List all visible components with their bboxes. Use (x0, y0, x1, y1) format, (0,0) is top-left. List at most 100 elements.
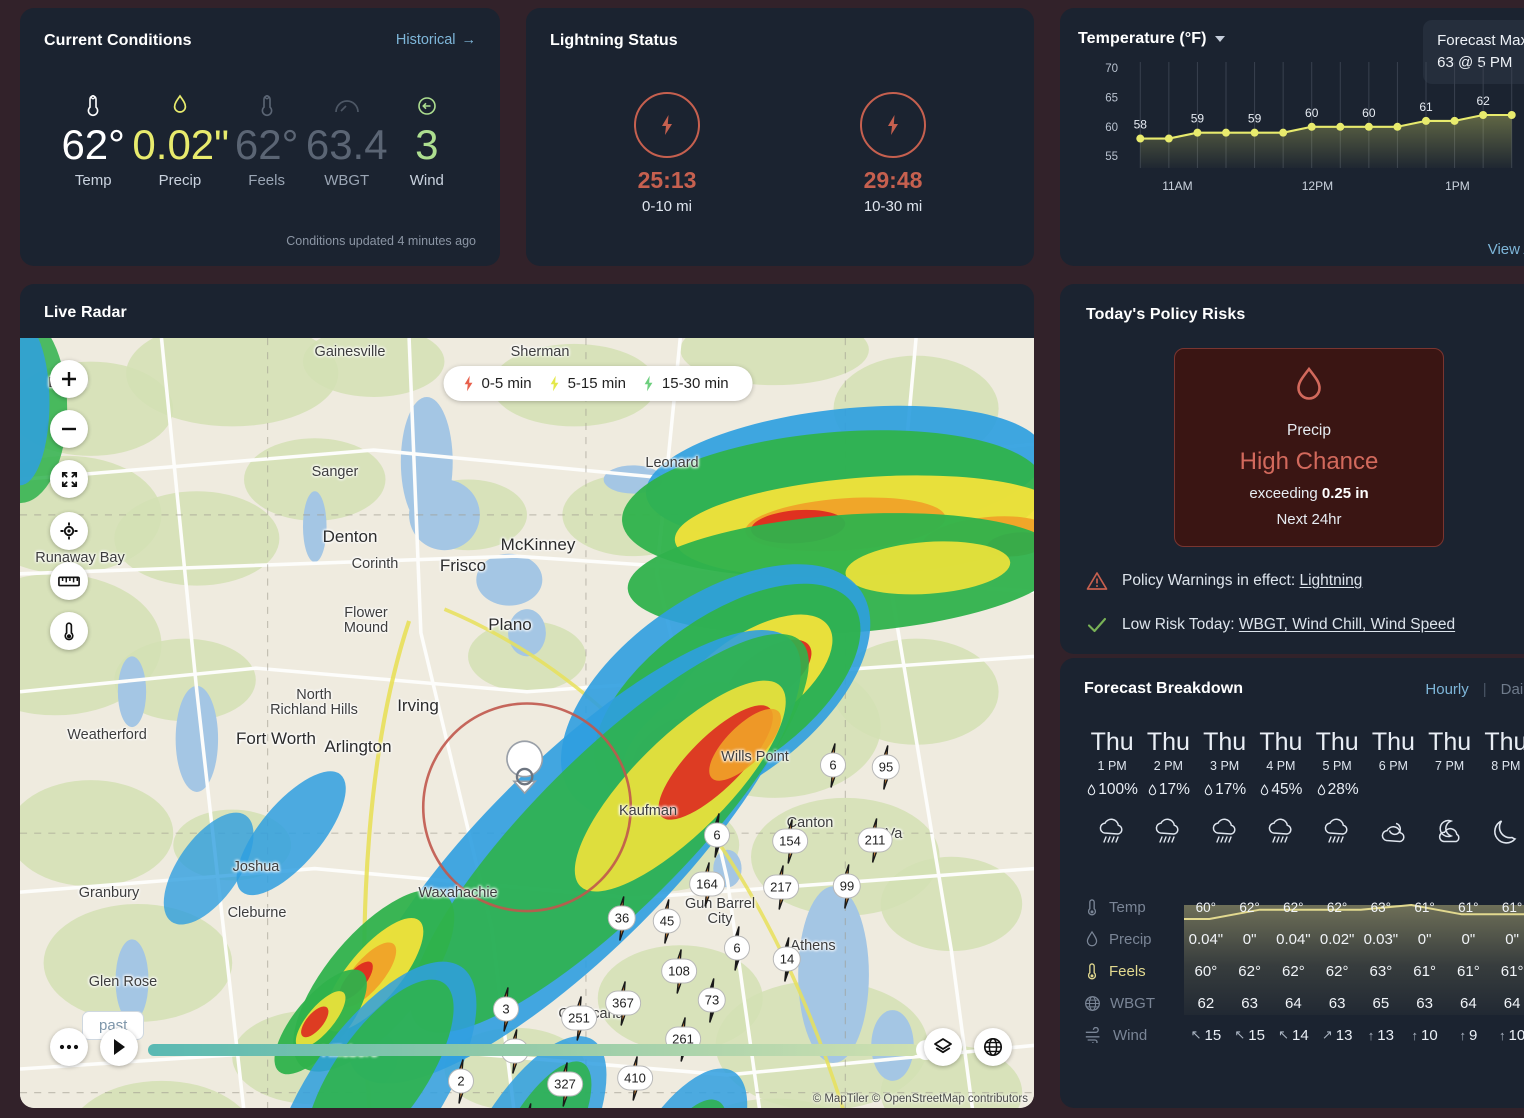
forecast-cell: 61° (1413, 962, 1436, 980)
policy-warning-line: Policy Warnings in effect: Lightning (1086, 571, 1524, 591)
tab-daily[interactable]: Daily (1501, 681, 1524, 698)
strike-count: 2 (448, 1068, 474, 1094)
risk-name: Precip (1287, 422, 1331, 439)
lightning-strike-marker[interactable]: 6 (820, 742, 846, 788)
lightning-range-near: 0-10 mi (641, 198, 693, 215)
radar-map[interactable]: GainesvilleShermanBowieSangerLeonardDent… (20, 338, 1034, 1108)
risk-level: High Chance (1239, 448, 1379, 475)
svg-text:70: 70 (1105, 63, 1118, 75)
svg-text:11AM: 11AM (1162, 179, 1192, 193)
lightning-strike-marker[interactable]: 6 (704, 812, 730, 858)
wind-direction-arrow: ↖ (1190, 1027, 1202, 1042)
forecast-row-label[interactable]: Precip (1084, 923, 1184, 955)
droplet-icon (1088, 784, 1096, 796)
low-risk-items: WBGT, Wind Chill, Wind Speed (1238, 616, 1456, 633)
forecast-cell: 61° (1414, 899, 1435, 915)
forecast-pop (1422, 781, 1478, 799)
risk-tile-precip[interactable]: Precip High Chance exceeding 0.25 in Nex… (1174, 348, 1444, 547)
wind-direction-arrow: ↗ (1321, 1027, 1333, 1042)
lightning-strike-marker[interactable]: 164 (689, 861, 725, 907)
svg-text:60: 60 (1362, 106, 1376, 120)
lightning-bolt-icon (662, 115, 672, 135)
gauge-icon (306, 88, 388, 118)
map-city-label: Corinth (351, 556, 399, 572)
forecast-pop: 45% (1253, 781, 1309, 799)
forecast-row-label[interactable]: WBGT (1084, 987, 1184, 1019)
lightning-strike-marker[interactable]: 217 (763, 864, 799, 910)
lightning-strike-marker[interactable]: 73 (697, 977, 727, 1023)
more-options-button[interactable] (50, 1028, 88, 1066)
map-city-label: Runaway Bay (35, 550, 125, 566)
moon-icon (1478, 813, 1524, 853)
forecast-pop (1365, 781, 1421, 799)
map-attribution: © MapTiler © OpenStreetMap contributors (812, 1093, 1028, 1105)
lightning-strike-marker[interactable]: 3 (493, 986, 519, 1032)
forecast-values-grid: 60° 62° 62° 62° 63° 61° 61° 61° 0.04" 0" 0.04" 0.02… (1184, 891, 1524, 1051)
lightning-strike-marker[interactable]: 154 (772, 818, 808, 864)
strike-count: 95 (871, 754, 901, 780)
lightning-status-items: 25:13 0-10 mi 29:48 10-30 mi (550, 92, 1010, 215)
lightning-strike-marker[interactable]: 410 (617, 1055, 653, 1101)
lightning-strike-marker[interactable]: 95 (871, 744, 901, 790)
forecast-cell: ↗ 13 (1321, 1026, 1353, 1044)
temperature-chart-card: Temperature (°F) Forecast Max 63 @ 5 PM … (1060, 8, 1524, 266)
lightning-strike-marker[interactable]: 211 (857, 817, 893, 863)
chevron-down-icon[interactable] (1214, 36, 1225, 42)
layers-button[interactable] (924, 1028, 962, 1066)
tab-hourly[interactable]: Hourly (1425, 681, 1468, 698)
view-all-link[interactable]: View All (1488, 241, 1524, 258)
rain-cloud-icon (1140, 813, 1196, 853)
radar-timeline-slider[interactable] (148, 1044, 918, 1056)
lightning-strike-marker[interactable]: 367 (605, 980, 641, 1026)
locate-button[interactable] (50, 512, 88, 550)
zoom-out-button[interactable] (50, 410, 88, 448)
forecast-cell: 0.04" (1276, 930, 1311, 948)
zoom-in-button[interactable] (50, 360, 88, 398)
forecast-row-label[interactable]: Temp (1084, 891, 1184, 923)
lightning-strike-marker[interactable]: 45 (652, 898, 682, 944)
lightning-strike-marker[interactable]: 99 (832, 863, 862, 909)
lightning-strike-marker[interactable]: 251 (561, 995, 597, 1041)
risk-window: Next 24hr (1276, 511, 1342, 528)
strike-count: 14 (772, 946, 802, 972)
forecast-row-label[interactable]: Wind (1084, 1019, 1184, 1051)
page-title: Current Conditions (44, 32, 192, 49)
map-city-label: North (296, 687, 332, 703)
metric-wind: 3 Wind (388, 88, 466, 189)
wind-direction-arrow: ↑ (1499, 1027, 1506, 1043)
forecast-row-name: WBGT (1110, 994, 1155, 1012)
play-button[interactable] (100, 1028, 138, 1066)
forecast-cell: 62° (1326, 899, 1348, 915)
metric-wbgt: 63.4 WBGT (306, 88, 388, 189)
fullscreen-button[interactable] (50, 460, 88, 498)
lightning-strike-marker[interactable]: 36 (607, 895, 637, 941)
metric-temp-label: Temp (74, 172, 112, 189)
forecast-cell: 62° (1238, 962, 1261, 980)
forecast-row-label[interactable]: Feels (1084, 955, 1184, 987)
lightning-strike-marker[interactable]: 108 (661, 948, 697, 994)
metric-wbgt-label: WBGT (324, 172, 370, 189)
lightning-strike-marker[interactable]: 2 (448, 1058, 474, 1104)
strike-count: 410 (617, 1065, 653, 1091)
forecast-breakdown-card: Forecast Breakdown Hourly | Daily Thu 1 P… (1060, 658, 1524, 1108)
arrow-right-icon: → (461, 32, 477, 48)
thermometer-icon (1084, 897, 1100, 917)
historical-link[interactable]: Historical → (396, 32, 476, 48)
lightning-strike-marker[interactable]: 327 (547, 1061, 583, 1107)
temperature-chart: 55 60 65 70 58 59 59 60 60 61 62 11AM 12PM 1PM (1078, 52, 1524, 202)
forecast-hour: 8 PM (1491, 759, 1521, 773)
globe-icon (1084, 995, 1101, 1012)
low-risk-prefix: Low Risk Today: (1122, 616, 1239, 633)
map-city-label: Cleburne (227, 905, 287, 921)
forecast-day: Thu (1371, 728, 1415, 756)
map-city-label: Plano (488, 615, 532, 634)
forecast-cell: 60° (1194, 962, 1218, 980)
wind-direction-arrow: ↑ (1459, 1027, 1466, 1043)
droplet-icon (1084, 929, 1100, 949)
temperature-layer-button[interactable] (50, 612, 88, 650)
lightning-strike-marker[interactable]: 14 (772, 936, 802, 982)
legend-entry-1: 5-15 min (548, 374, 626, 393)
lightning-strike-marker[interactable]: 6 (724, 925, 750, 971)
measure-button[interactable] (50, 562, 88, 600)
basemap-button[interactable] (974, 1028, 1012, 1066)
